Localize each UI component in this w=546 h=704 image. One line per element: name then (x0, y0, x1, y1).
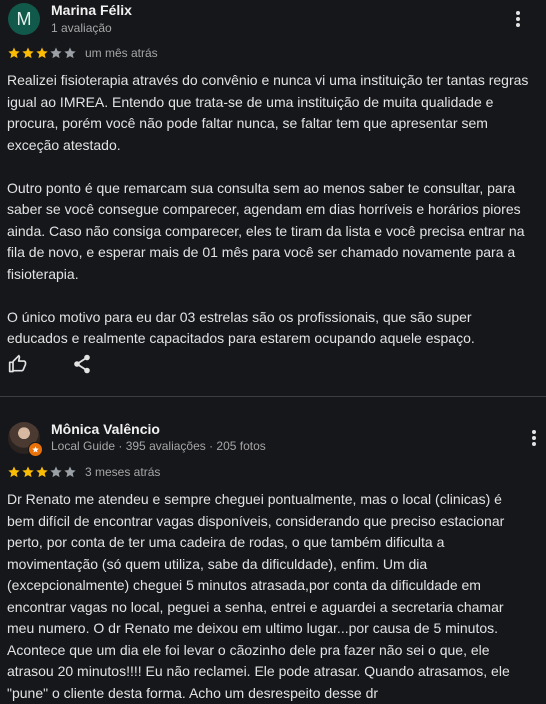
reviewer-meta: 1 avaliação (51, 21, 112, 35)
review-paragraph: O único motivo para eu dar 03 estrelas s… (7, 308, 475, 347)
thumbs-up-icon (8, 354, 27, 373)
more-options-button[interactable] (508, 7, 528, 31)
reviewer-name[interactable]: Mônica Valêncio (51, 421, 160, 437)
star-rating (7, 465, 77, 479)
local-guide-badge-icon (28, 442, 43, 457)
more-vert-icon (516, 11, 520, 27)
review-paragraph: Realizei fisioterapia através do convêni… (7, 72, 529, 153)
reviewer-name[interactable]: Marina Félix (51, 2, 132, 18)
star-empty-icon (50, 47, 62, 59)
star-empty-icon (50, 466, 62, 478)
review-actions (7, 353, 93, 375)
star-filled-icon (22, 47, 34, 59)
review-paragraph: Dr Renato me atendeu e sempre cheguei po… (7, 491, 510, 701)
star-filled-icon (8, 47, 20, 59)
reviewer-avatar[interactable] (8, 422, 43, 457)
more-vert-icon (532, 430, 536, 446)
review-divider (0, 396, 546, 397)
review-paragraph: Outro ponto é que remarcam sua consulta … (7, 179, 525, 282)
star-rating (7, 46, 77, 60)
rating-row: um mês atrás (7, 46, 158, 60)
review-text: Realizei fisioterapia através do convêni… (7, 70, 533, 350)
review-date: 3 meses atrás (85, 465, 161, 479)
star-filled-icon (36, 47, 48, 59)
review-date: um mês atrás (85, 46, 158, 60)
share-icon (74, 354, 90, 374)
star-filled-icon (22, 466, 34, 478)
rating-row: 3 meses atrás (7, 465, 160, 479)
star-filled-icon (36, 466, 48, 478)
star-filled-icon (8, 466, 20, 478)
star-empty-icon (64, 466, 76, 478)
review-text: Dr Renato me atendeu e sempre cheguei po… (7, 489, 533, 704)
like-button[interactable] (7, 353, 29, 375)
share-button[interactable] (71, 353, 93, 375)
more-options-button[interactable] (524, 426, 544, 450)
reviewer-avatar[interactable]: M (8, 3, 40, 35)
reviewer-meta: Local Guide · 395 avaliações · 205 fotos (51, 439, 266, 453)
star-empty-icon (64, 47, 76, 59)
